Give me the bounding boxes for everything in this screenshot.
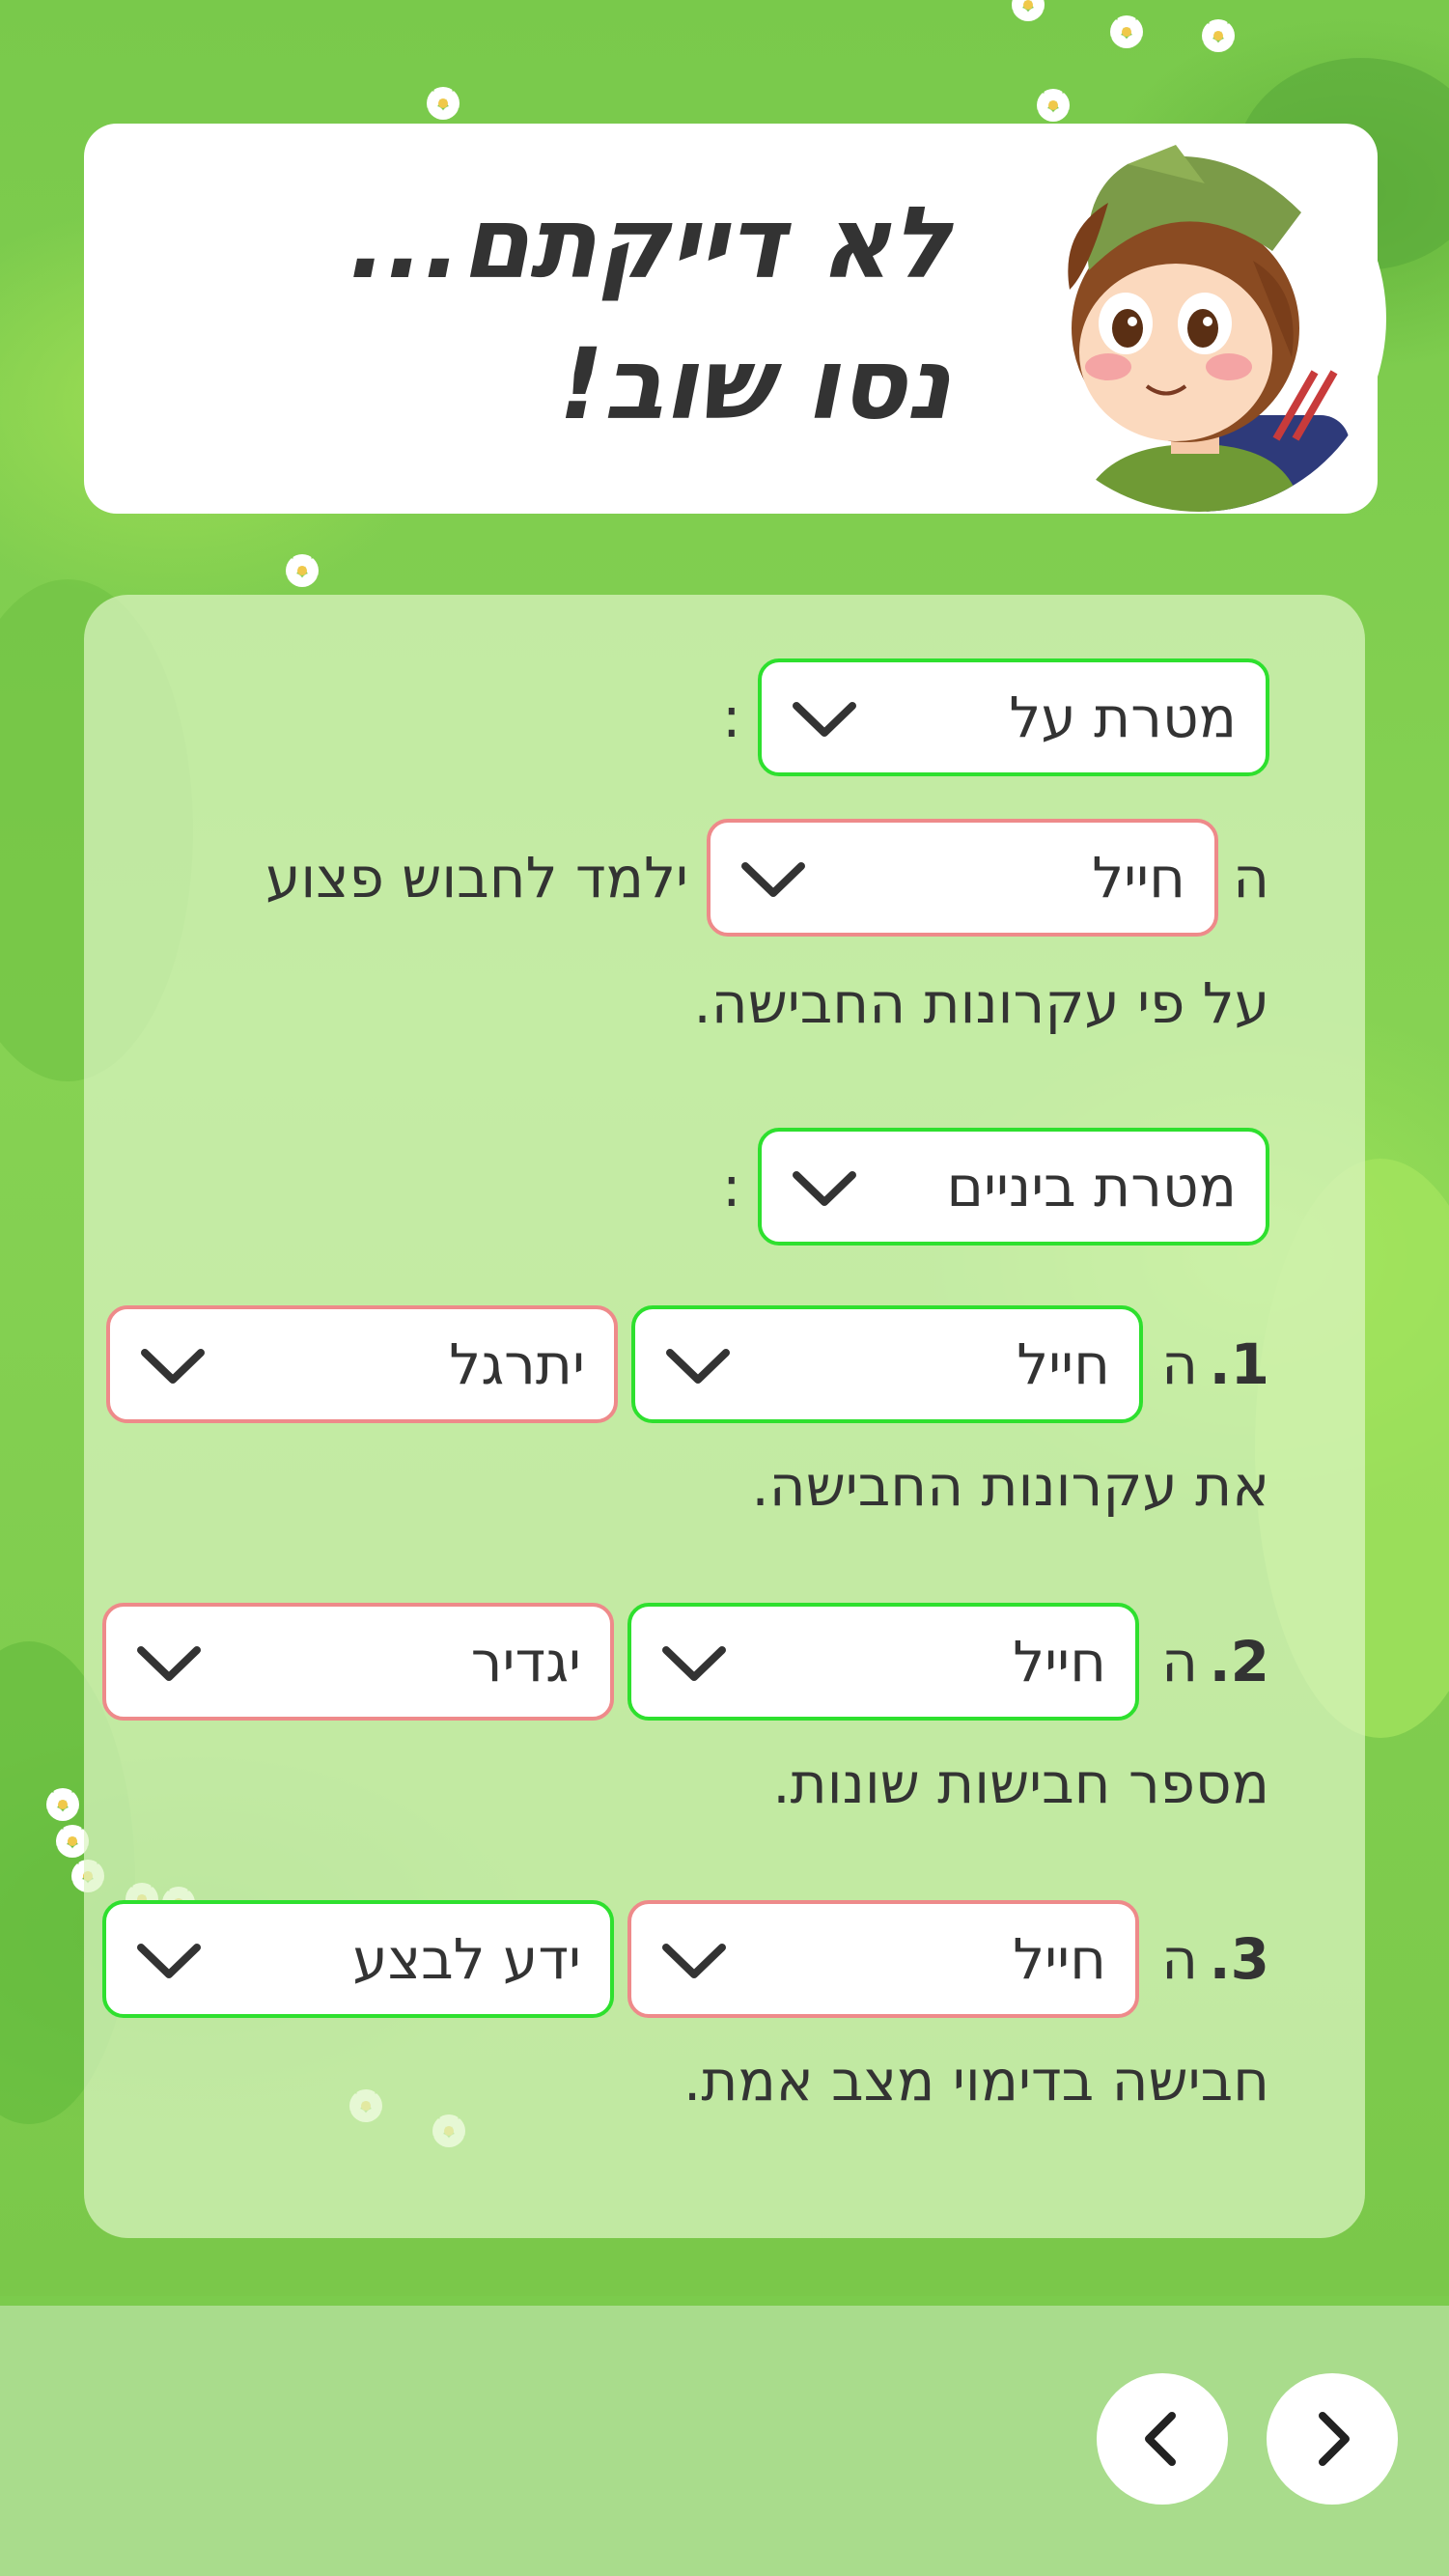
dropdown-value: יתרגל — [449, 1331, 585, 1397]
dropdown-value: מטרת ביניים — [946, 1154, 1237, 1219]
item-prefix: ה — [1161, 1331, 1198, 1397]
goal-continuation-text: על פי עקרונות החבישה. — [693, 970, 1269, 1036]
dropdown-value: חייל — [1013, 1926, 1106, 1992]
chevron-down-icon — [141, 1349, 205, 1384]
chevron-down-icon — [741, 862, 805, 897]
flower-decoration — [286, 554, 319, 587]
footer-bar — [0, 2306, 1449, 2576]
flower-decoration — [46, 1788, 79, 1821]
flower-decoration — [1202, 19, 1235, 52]
next-button[interactable] — [1267, 2373, 1398, 2505]
flower-decoration — [1037, 89, 1070, 122]
flower-decoration — [1012, 0, 1045, 21]
item-continuation: מספר חבישות שונות. — [772, 1750, 1269, 1816]
chevron-left-icon — [1145, 2412, 1176, 2466]
feedback-title: לא דייקתם... נסו שוב! — [217, 174, 951, 456]
item2-verb-dropdown[interactable]: יגדיר — [102, 1603, 614, 1721]
chevron-down-icon — [662, 1944, 726, 1978]
item3-verb-dropdown[interactable]: ידע לבצע — [102, 1900, 614, 2018]
title-line-2: נסו שוב! — [558, 327, 951, 442]
dropdown-value: מטרת על — [1009, 685, 1237, 750]
item-continuation: חבישה בדימוי מצב אמת. — [683, 2048, 1269, 2114]
item2-subject-dropdown[interactable]: חייל — [627, 1603, 1139, 1721]
title-line-1: לא דייקתם... — [348, 186, 951, 301]
dropdown-value: ידע לבצע — [352, 1926, 581, 1992]
colon: : — [722, 685, 741, 750]
chevron-down-icon — [666, 1349, 730, 1384]
item3-subject-dropdown[interactable]: חייל — [627, 1900, 1139, 2018]
intermediate-goal-dropdown[interactable]: מטרת ביניים — [758, 1128, 1269, 1246]
dropdown-value: יגדיר — [470, 1629, 581, 1694]
item-continuation: את עקרונות החבישה. — [751, 1453, 1269, 1519]
flower-decoration — [427, 87, 460, 120]
chevron-down-icon — [137, 1646, 201, 1681]
item-prefix: ה — [1161, 1926, 1198, 1992]
dropdown-value: חייל — [1017, 1331, 1110, 1397]
dropdown-value: חייל — [1013, 1629, 1106, 1694]
item1-subject-dropdown[interactable]: חייל — [631, 1305, 1143, 1423]
goal-prefix-text: ה — [1233, 845, 1269, 910]
prev-button[interactable] — [1097, 2373, 1228, 2505]
chevron-down-icon — [793, 1171, 856, 1206]
goal-type-dropdown[interactable]: מטרת על — [758, 658, 1269, 776]
colon: : — [722, 1154, 741, 1219]
dropdown-value: חייל — [1092, 845, 1185, 910]
chevron-down-icon — [793, 702, 856, 737]
item-prefix: ה — [1161, 1629, 1198, 1694]
goal-suffix-text: ילמד לחבוש פצוע — [265, 845, 688, 910]
flower-decoration — [1110, 15, 1143, 48]
goal-subject-dropdown[interactable]: חייל — [707, 819, 1218, 937]
chevron-right-icon — [1319, 2412, 1350, 2466]
chevron-down-icon — [662, 1646, 726, 1681]
item1-verb-dropdown[interactable]: יתרגל — [106, 1305, 618, 1423]
item-number: 2. — [1209, 1629, 1269, 1694]
item-number: 1. — [1209, 1331, 1269, 1397]
item-number: 3. — [1209, 1926, 1269, 1992]
chevron-down-icon — [137, 1944, 201, 1978]
avatar — [1012, 126, 1386, 512]
scout-boy-illustration — [1068, 145, 1350, 512]
